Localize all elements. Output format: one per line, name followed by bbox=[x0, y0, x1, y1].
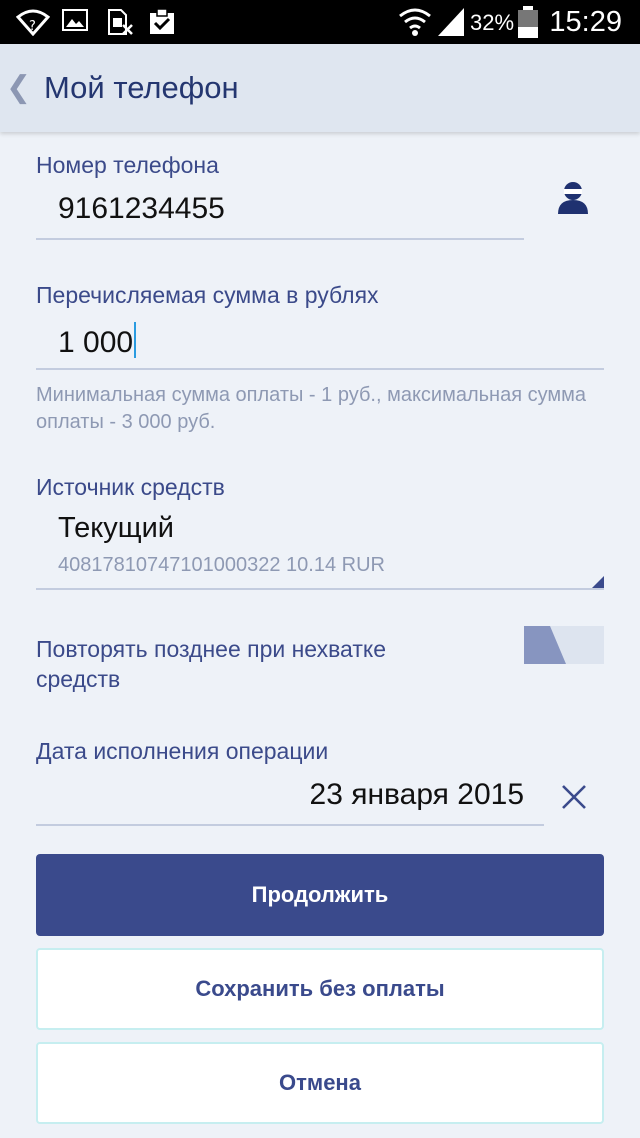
date-underline bbox=[36, 824, 544, 826]
toggle-thumb bbox=[524, 626, 566, 664]
svg-text:?: ? bbox=[29, 19, 36, 34]
date-input[interactable]: 23 января 2015 bbox=[310, 778, 524, 812]
clipboard-check-icon bbox=[150, 8, 174, 34]
page-title: Мой телефон bbox=[44, 70, 239, 105]
wifi-question-icon: ? bbox=[16, 9, 50, 36]
phone-underline bbox=[36, 238, 524, 240]
amount-hint: Минимальная сумма оплаты - 1 руб., макси… bbox=[36, 384, 586, 433]
status-bar: ? 32% 15:29 bbox=[0, 0, 640, 44]
text-caret bbox=[134, 322, 137, 358]
date-label: Дата исполнения операции bbox=[36, 738, 329, 764]
sim-blocked-icon bbox=[108, 9, 133, 35]
phone-label: Номер телефона bbox=[36, 152, 219, 178]
wifi-icon bbox=[399, 8, 431, 36]
save-without-payment-button[interactable]: Сохранить без оплаты bbox=[36, 948, 604, 1030]
source-label: Источник средств bbox=[36, 474, 225, 500]
battery-percent: 32% bbox=[470, 10, 515, 35]
source-underline bbox=[36, 588, 604, 590]
source-select[interactable]: Текущий 40817810747101000322 10.14 RUR bbox=[36, 504, 604, 590]
amount-underline bbox=[36, 368, 604, 370]
amount-value: 1 000 bbox=[58, 326, 134, 359]
image-icon bbox=[62, 9, 88, 31]
source-value: Текущий bbox=[58, 512, 174, 544]
chevron-left-icon[interactable]: ❮ bbox=[6, 70, 31, 105]
repeat-label: Повторять позднее при нехватке средств bbox=[36, 636, 386, 692]
continue-button[interactable]: Продолжить bbox=[36, 854, 604, 936]
repeat-toggle[interactable] bbox=[524, 626, 604, 664]
contact-person-icon[interactable] bbox=[555, 180, 591, 216]
cancel-button[interactable]: Отмена bbox=[36, 1042, 604, 1124]
close-icon[interactable] bbox=[561, 784, 587, 810]
clock: 15:29 bbox=[549, 6, 622, 38]
amount-input[interactable]: 1 000 bbox=[58, 322, 137, 360]
app-bar: ❮ Мой телефон bbox=[0, 44, 640, 132]
source-account: 40817810747101000322 10.14 RUR bbox=[58, 554, 385, 576]
dropdown-corner-icon bbox=[592, 576, 604, 588]
phone-input[interactable]: 9161234455 bbox=[58, 192, 225, 226]
signal-icon bbox=[438, 8, 464, 36]
amount-label: Перечисляемая сумма в рублях bbox=[36, 282, 379, 308]
battery-icon bbox=[518, 6, 538, 38]
